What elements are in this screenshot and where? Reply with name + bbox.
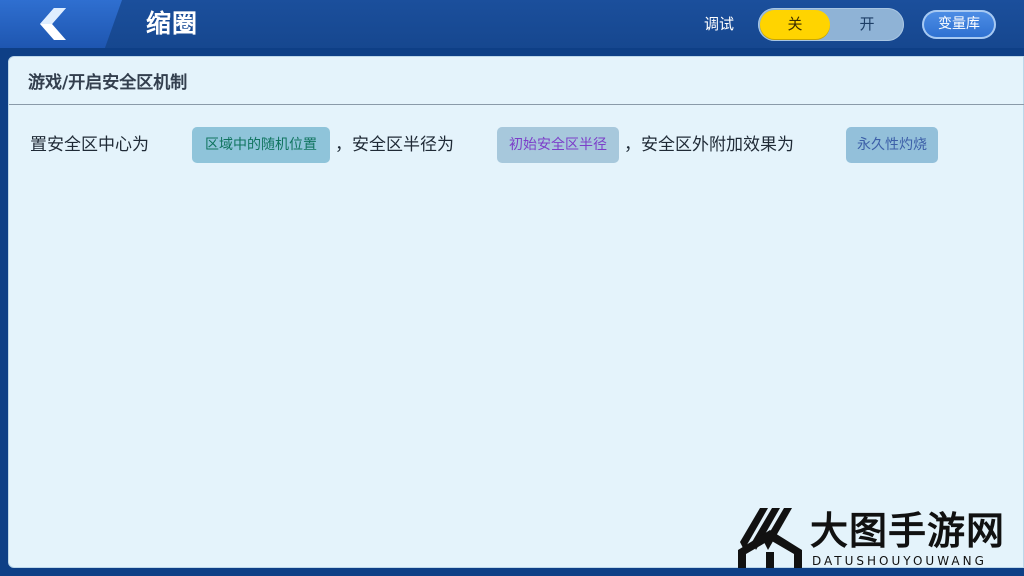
- debug-off-option[interactable]: 关: [760, 10, 830, 39]
- watermark-logo-icon: [738, 508, 802, 568]
- debug-toggle[interactable]: 关 开: [758, 8, 904, 41]
- debug-label: 调试: [704, 15, 735, 33]
- statement-text-2: ，安全区半径为: [335, 135, 454, 155]
- radius-chip[interactable]: 初始安全区半径: [497, 127, 619, 163]
- divider: [9, 104, 1024, 105]
- statement-text-3: ，安全区外附加效果为: [624, 135, 794, 155]
- page-title: 缩圈: [146, 9, 199, 38]
- variables-button[interactable]: 变量库: [922, 10, 996, 39]
- watermark-subtitle: DATUSHOUYOUWANG: [812, 554, 987, 568]
- statement-text-1: 置安全区中心为: [30, 135, 149, 155]
- back-button[interactable]: [0, 0, 122, 48]
- outside-effect-chip[interactable]: 永久性灼烧: [846, 127, 938, 163]
- watermark-title: 大图手游网: [810, 509, 1006, 553]
- back-arrow-icon: [40, 8, 66, 40]
- breadcrumb: 游戏/开启安全区机制: [28, 73, 188, 93]
- center-position-chip[interactable]: 区域中的随机位置: [192, 127, 330, 163]
- debug-on-option[interactable]: 开: [832, 10, 902, 39]
- top-bar: 缩圈 调试 关 开 变量库: [0, 0, 1024, 48]
- editor-panel: 游戏/开启安全区机制 置安全区中心为 区域中的随机位置 ，安全区半径为 初始安全…: [8, 56, 1024, 568]
